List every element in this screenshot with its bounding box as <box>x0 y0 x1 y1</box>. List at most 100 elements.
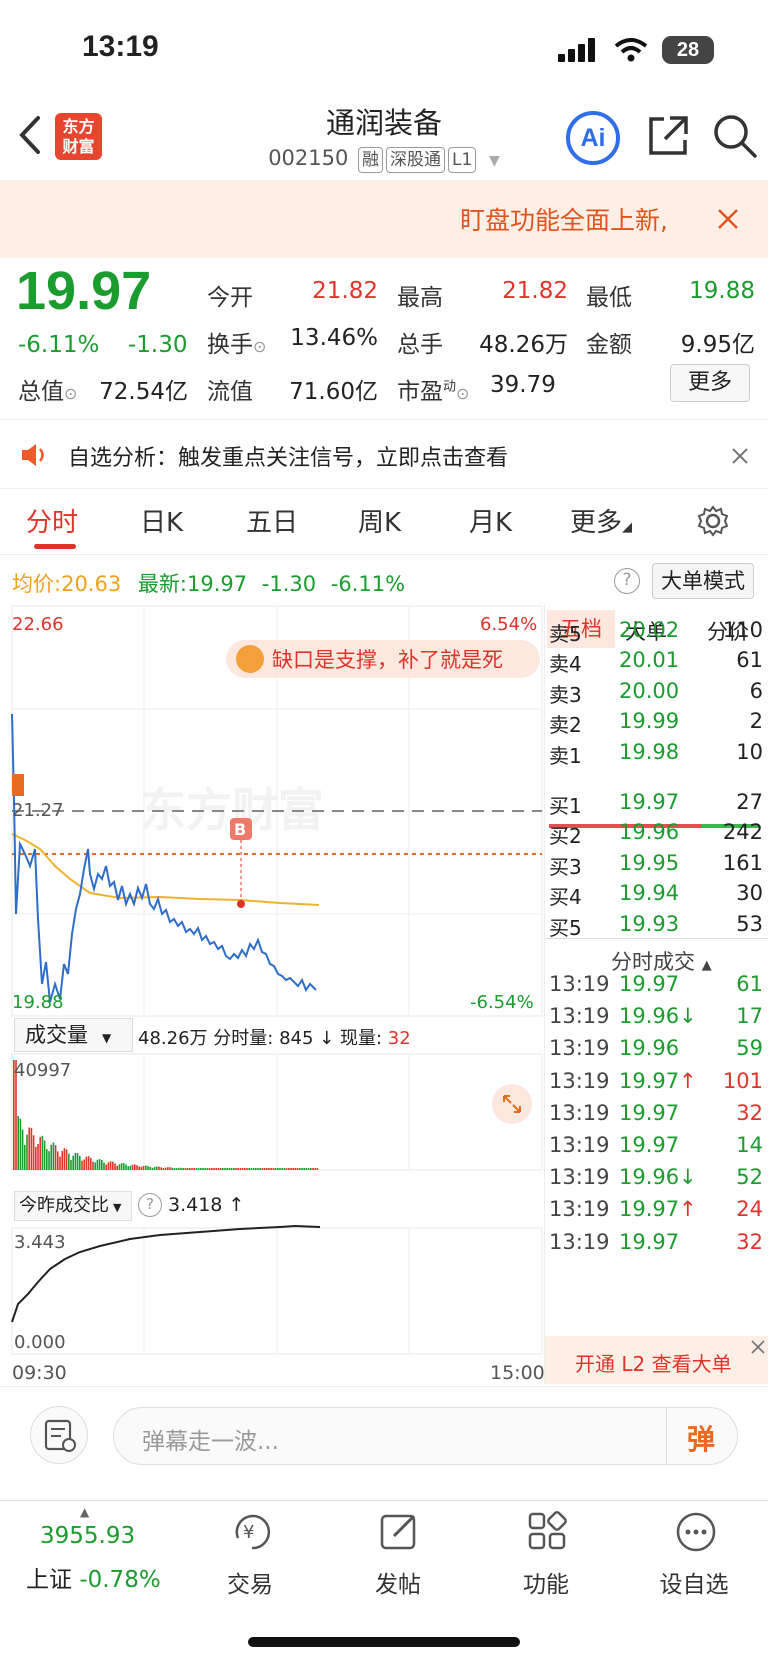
status-time: 13:19 <box>82 30 159 63</box>
nav-trade[interactable]: 交易 <box>190 1565 310 1599</box>
battery-icon: 28 <box>662 36 714 64</box>
svg-text:¥: ¥ <box>243 1522 254 1543</box>
share-icon[interactable] <box>646 114 690 158</box>
volume-bar <box>158 1166 160 1170</box>
close-icon[interactable] <box>717 208 739 230</box>
volume-bar <box>285 1168 288 1170</box>
expand-icon[interactable] <box>492 1084 532 1124</box>
volume-bar <box>103 1162 105 1170</box>
ai-button[interactable]: Ai <box>566 111 620 165</box>
high-value: 21.82 <box>502 278 568 304</box>
volume-bar <box>153 1166 156 1170</box>
intraday-chart[interactable]: 东方财富 22.66 6.54% 21.27 19.88 -6.54% 缺口是支… <box>0 604 545 1359</box>
volume-info: 48.26万 分时量: 845 ↓ 现量: 32 <box>138 1028 411 1049</box>
volume-bar <box>307 1168 310 1170</box>
chart-summary: 均价:20.63 最新:19.97 -1.30 -6.11% <box>12 572 406 596</box>
trade-icon[interactable]: ¥ <box>230 1510 274 1554</box>
high-label: 最高 <box>397 285 443 311</box>
turnover-value: 13.46% <box>290 325 378 351</box>
volume-bar <box>222 1168 224 1170</box>
nav-watchlist[interactable]: 设自选 <box>634 1565 754 1599</box>
post-icon[interactable] <box>378 1510 422 1554</box>
volume-bar <box>145 1165 147 1170</box>
tab-five-day[interactable]: 五日 <box>246 502 298 539</box>
ratio-value: 3.418 ↑ <box>168 1194 245 1216</box>
volume-bar <box>52 1142 55 1170</box>
tab-weekly-k[interactable]: 周K <box>358 502 401 539</box>
volume-bar <box>19 1118 22 1170</box>
tab-monthly-k[interactable]: 月K <box>469 502 512 539</box>
big-order-mode-button[interactable]: 大单模式 <box>652 563 754 599</box>
volume-bar <box>193 1168 195 1170</box>
danmu-list-icon[interactable] <box>30 1406 88 1464</box>
volume-bar <box>147 1165 149 1170</box>
tag-level: L1 <box>448 147 477 173</box>
danmu-send-button[interactable]: 弹 <box>687 1418 715 1458</box>
banner-text: 盯盘功能全面上新, <box>460 206 668 235</box>
promo-banner[interactable]: 盯盘功能全面上新, <box>0 180 768 258</box>
volume-bar <box>90 1158 92 1170</box>
alert-bar[interactable]: 自选分析：触发重点关注信号，立即点击查看 <box>0 419 768 489</box>
volume-bar <box>299 1168 301 1170</box>
tab-daily-k[interactable]: 日K <box>140 502 183 539</box>
volume-bar <box>63 1148 66 1170</box>
function-icon[interactable] <box>526 1510 570 1554</box>
volume-bar <box>140 1166 143 1170</box>
volume-bar <box>48 1151 50 1170</box>
volume-bar <box>129 1165 132 1170</box>
index-summary[interactable]: 上证 -0.78% <box>26 1560 161 1594</box>
more-button[interactable]: 更多 <box>670 364 750 402</box>
volume-bar <box>283 1168 286 1170</box>
watchlist-icon[interactable] <box>674 1510 718 1554</box>
volume-bar <box>208 1168 211 1170</box>
nav-function[interactable]: 功能 <box>486 1565 606 1599</box>
volume-bar <box>277 1168 279 1170</box>
danmu-placeholder: 弹幕走一波... <box>142 1429 279 1455</box>
close-icon[interactable] <box>751 1340 765 1354</box>
stock-code: 002150 <box>268 146 349 170</box>
volume-bar <box>200 1168 202 1170</box>
volume-bar <box>189 1168 191 1170</box>
volume-bar <box>292 1168 294 1170</box>
volume-bar <box>228 1168 231 1170</box>
help-icon[interactable]: ? <box>614 568 640 594</box>
svg-text:B: B <box>234 820 246 839</box>
nav-post[interactable]: 发帖 <box>338 1565 458 1599</box>
volume-bar <box>17 1115 19 1170</box>
close-icon[interactable] <box>731 447 749 465</box>
index-value[interactable]: 3955.93 <box>40 1523 135 1549</box>
b-marker-left[interactable] <box>12 774 24 796</box>
volume-bar <box>180 1167 182 1170</box>
tab-intraday[interactable]: 分时 <box>26 502 78 539</box>
volume-bar <box>138 1166 140 1170</box>
l2-promo[interactable]: 开通 L2 查看大单 <box>545 1336 768 1384</box>
volume-bar <box>213 1168 215 1170</box>
volume-selector[interactable]: 成交量 ▼ <box>14 1018 133 1052</box>
volume-bar <box>76 1153 79 1170</box>
ratio-selector[interactable]: 今昨成交比 ▼ <box>14 1191 132 1221</box>
volume-bar <box>65 1149 68 1170</box>
volume-bar <box>246 1168 248 1170</box>
float-value: 71.60亿 <box>289 379 378 405</box>
volume-bar <box>316 1168 319 1170</box>
tag-connect: 深股通 <box>386 147 446 173</box>
volume-bar <box>50 1144 52 1170</box>
volume-bar <box>237 1168 239 1170</box>
volume-bar <box>217 1168 220 1170</box>
search-icon[interactable] <box>712 113 758 159</box>
settings-icon[interactable] <box>697 505 729 537</box>
ratio-help-icon[interactable]: ? <box>138 1193 162 1217</box>
volume-bar <box>83 1159 85 1170</box>
ratio-bottom-label: 0.000 <box>14 1332 66 1353</box>
open-value: 21.82 <box>312 278 378 304</box>
volume-bar <box>206 1168 209 1170</box>
volume-bar <box>261 1168 264 1170</box>
tab-more[interactable]: 更多◢ <box>570 502 632 539</box>
volume-bar <box>134 1164 136 1170</box>
volume-bar <box>241 1168 244 1170</box>
danmu-input[interactable]: 弹幕走一波... 弹 <box>113 1407 738 1465</box>
volume-bar <box>182 1168 184 1170</box>
volume-bar <box>230 1168 233 1170</box>
volume-bar <box>175 1168 178 1170</box>
signal-icon <box>558 38 595 62</box>
